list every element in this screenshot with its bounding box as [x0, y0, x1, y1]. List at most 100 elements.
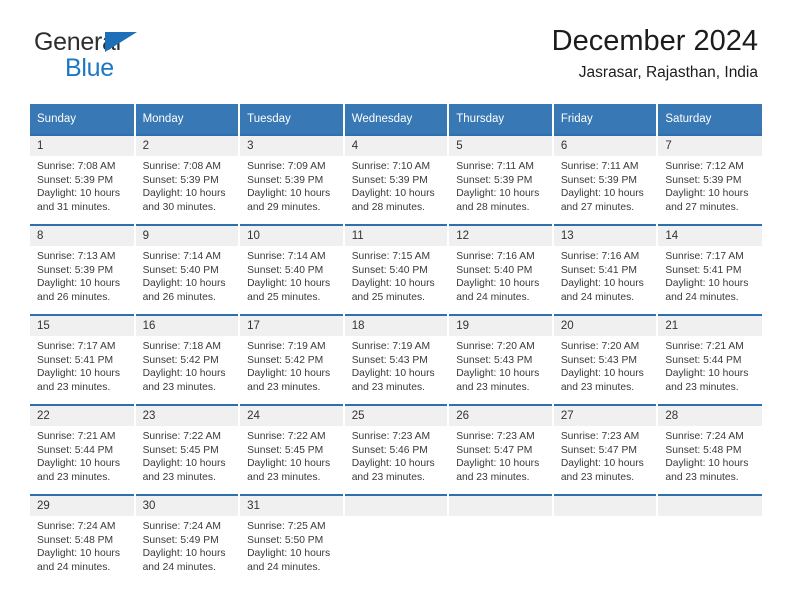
calendar-table: Sunday Monday Tuesday Wednesday Thursday… — [30, 104, 762, 584]
sunrise-time: Sunrise: 7:23 AM — [456, 431, 535, 442]
daylight-duration-line2: and 23 minutes. — [560, 471, 635, 483]
weekday-header-saturday: Saturday — [657, 104, 762, 135]
sunrise-time: Sunrise: 7:19 AM — [247, 341, 326, 352]
calendar-day-cell[interactable]: 9 Sunrise: 7:14 AM Sunset: 5:40 PM Daylight… — [134, 224, 241, 315]
day-number: 28 — [658, 406, 762, 426]
sunrise-time: Sunrise: 7:17 AM — [37, 341, 116, 352]
day-number: 14 — [658, 226, 762, 246]
calendar-week-row: 29 Sunrise: 7:24 AM Sunset: 5:48 PM Dayligh… — [30, 494, 762, 584]
calendar-day-cell[interactable]: 21 Sunrise: 7:21 AM Sunset: 5:44 PM Dayligh… — [657, 314, 762, 405]
daylight-duration-line1: Daylight: 10 hours — [247, 188, 331, 200]
calendar-day-cell[interactable]: 6 Sunrise: 7:11 AM Sunset: 5:39 PM Daylight… — [552, 134, 659, 225]
daylight-duration-line2: and 24 minutes. — [456, 291, 530, 303]
daylight-duration-line1: Daylight: 10 hours — [142, 548, 226, 560]
sunset-time: Sunset: 5:41 PM — [37, 354, 114, 366]
logo-triangle-icon — [105, 32, 137, 52]
daylight-duration-line2: and 24 minutes. — [37, 561, 111, 573]
sunrise-time: Sunrise: 7:21 AM — [665, 341, 744, 352]
sunrise-time: Sunrise: 7:08 AM — [37, 161, 116, 172]
calendar-day-cell[interactable]: 1 Sunrise: 7:08 AM Sunset: 5:39 PM Daylight… — [30, 134, 136, 225]
sunset-time: Sunset: 5:39 PM — [665, 174, 742, 186]
day-details: Sunrise: 7:19 AM Sunset: 5:42 PM Daylight:… — [240, 336, 343, 404]
day-number — [449, 496, 552, 516]
calendar-day-cell[interactable]: 26 Sunrise: 7:23 AM Sunset: 5:47 PM Dayligh… — [448, 404, 554, 495]
day-details: Sunrise: 7:11 AM Sunset: 5:39 PM Daylight:… — [553, 156, 657, 224]
daylight-duration-line2: and 23 minutes. — [142, 381, 216, 393]
daylight-duration-line2: and 25 minutes. — [247, 291, 321, 303]
daylight-duration-line2: and 24 minutes. — [247, 561, 321, 573]
day-number: 4 — [344, 136, 448, 156]
calendar-day-cell[interactable]: 27 Sunrise: 7:23 AM Sunset: 5:47 PM Dayligh… — [552, 404, 659, 495]
sunset-time: Sunset: 5:39 PM — [142, 174, 219, 186]
calendar-day-cell[interactable]: 13 Sunrise: 7:16 AM Sunset: 5:41 PM Dayligh… — [552, 224, 659, 315]
day-details: Sunrise: 7:20 AM Sunset: 5:43 PM Daylight:… — [553, 336, 657, 404]
daylight-duration-line1: Daylight: 10 hours — [456, 368, 540, 380]
calendar-day-cell[interactable]: 18 Sunrise: 7:19 AM Sunset: 5:43 PM Dayligh… — [343, 314, 450, 405]
sunset-time: Sunset: 5:48 PM — [37, 534, 114, 546]
calendar-day-cell[interactable]: 23 Sunrise: 7:22 AM Sunset: 5:45 PM Dayligh… — [134, 404, 241, 495]
sunrise-time: Sunrise: 7:20 AM — [560, 341, 640, 352]
day-details: Sunrise: 7:25 AM Sunset: 5:50 PM Daylight:… — [240, 516, 343, 584]
sunrise-time: Sunrise: 7:16 AM — [456, 251, 535, 262]
calendar-day-cell[interactable]: 24 Sunrise: 7:22 AM Sunset: 5:45 PM Dayligh… — [239, 404, 345, 495]
day-details — [553, 516, 657, 584]
daylight-duration-line2: and 24 minutes. — [142, 561, 216, 573]
calendar-day-cell[interactable]: 17 Sunrise: 7:19 AM Sunset: 5:42 PM Dayligh… — [239, 314, 345, 405]
sunrise-time: Sunrise: 7:10 AM — [351, 161, 431, 172]
calendar-week-row: 8 Sunrise: 7:13 AM Sunset: 5:39 PM Daylight… — [30, 224, 762, 315]
day-details — [344, 516, 448, 584]
calendar-cell-empty — [552, 494, 659, 584]
weekday-header-monday: Monday — [134, 104, 241, 135]
calendar-day-cell[interactable]: 16 Sunrise: 7:18 AM Sunset: 5:42 PM Dayligh… — [134, 314, 241, 405]
sunset-time: Sunset: 5:39 PM — [351, 174, 428, 186]
calendar-day-cell[interactable]: 4 Sunrise: 7:10 AM Sunset: 5:39 PM Daylight… — [343, 134, 450, 225]
daylight-duration-line2: and 24 minutes. — [665, 291, 739, 303]
calendar-day-cell[interactable]: 22 Sunrise: 7:21 AM Sunset: 5:44 PM Dayligh… — [30, 404, 136, 495]
sunset-time: Sunset: 5:42 PM — [142, 354, 219, 366]
calendar-day-cell[interactable]: 12 Sunrise: 7:16 AM Sunset: 5:40 PM Dayligh… — [448, 224, 554, 315]
day-number: 11 — [344, 226, 448, 246]
daylight-duration-line1: Daylight: 10 hours — [142, 188, 226, 200]
calendar-day-cell[interactable]: 25 Sunrise: 7:23 AM Sunset: 5:46 PM Dayligh… — [343, 404, 450, 495]
calendar-day-cell[interactable]: 31 Sunrise: 7:25 AM Sunset: 5:50 PM Dayligh… — [239, 494, 345, 584]
calendar-head: Sunday Monday Tuesday Wednesday Thursday… — [30, 104, 762, 135]
sunrise-time: Sunrise: 7:23 AM — [560, 431, 640, 442]
daylight-duration-line2: and 25 minutes. — [351, 291, 425, 303]
day-number: 16 — [135, 316, 239, 336]
daylight-duration-line2: and 23 minutes. — [665, 381, 739, 393]
calendar-day-cell[interactable]: 5 Sunrise: 7:11 AM Sunset: 5:39 PM Daylight… — [448, 134, 554, 225]
calendar-day-cell[interactable]: 20 Sunrise: 7:20 AM Sunset: 5:43 PM Dayligh… — [552, 314, 659, 405]
calendar-day-cell[interactable]: 29 Sunrise: 7:24 AM Sunset: 5:48 PM Dayligh… — [30, 494, 136, 584]
sunset-time: Sunset: 5:39 PM — [456, 174, 533, 186]
day-number: 25 — [344, 406, 448, 426]
day-details: Sunrise: 7:22 AM Sunset: 5:45 PM Daylight:… — [240, 426, 343, 494]
calendar-day-cell[interactable]: 10 Sunrise: 7:14 AM Sunset: 5:40 PM Dayligh… — [239, 224, 345, 315]
daylight-duration-line1: Daylight: 10 hours — [247, 548, 331, 560]
calendar-day-cell[interactable]: 2 Sunrise: 7:08 AM Sunset: 5:39 PM Daylight… — [134, 134, 241, 225]
weekday-header-sunday: Sunday — [30, 104, 136, 135]
calendar-cell-empty — [657, 494, 762, 584]
calendar-day-cell[interactable]: 8 Sunrise: 7:13 AM Sunset: 5:39 PM Daylight… — [30, 224, 136, 315]
daylight-duration-line1: Daylight: 10 hours — [665, 368, 749, 380]
day-number: 31 — [240, 496, 343, 516]
calendar-cell-empty — [343, 494, 450, 584]
daylight-duration-line2: and 23 minutes. — [456, 381, 530, 393]
sunset-time: Sunset: 5:43 PM — [456, 354, 533, 366]
day-number: 30 — [135, 496, 239, 516]
daylight-duration-line1: Daylight: 10 hours — [247, 458, 331, 470]
sunset-time: Sunset: 5:43 PM — [560, 354, 637, 366]
calendar-day-cell[interactable]: 7 Sunrise: 7:12 AM Sunset: 5:39 PM Daylight… — [657, 134, 762, 225]
calendar-day-cell[interactable]: 14 Sunrise: 7:17 AM Sunset: 5:41 PM Dayligh… — [657, 224, 762, 315]
daylight-duration-line2: and 26 minutes. — [37, 291, 111, 303]
daylight-duration-line1: Daylight: 10 hours — [351, 278, 435, 290]
calendar-day-cell[interactable]: 11 Sunrise: 7:15 AM Sunset: 5:40 PM Dayligh… — [343, 224, 450, 315]
sunset-time: Sunset: 5:41 PM — [560, 264, 637, 276]
calendar-day-cell[interactable]: 28 Sunrise: 7:24 AM Sunset: 5:48 PM Dayligh… — [657, 404, 762, 495]
sunrise-time: Sunrise: 7:20 AM — [456, 341, 535, 352]
sunrise-time: Sunrise: 7:16 AM — [560, 251, 640, 262]
calendar-day-cell[interactable]: 3 Sunrise: 7:09 AM Sunset: 5:39 PM Daylight… — [239, 134, 345, 225]
sunset-time: Sunset: 5:44 PM — [665, 354, 742, 366]
calendar-day-cell[interactable]: 30 Sunrise: 7:24 AM Sunset: 5:49 PM Dayligh… — [134, 494, 241, 584]
calendar-day-cell[interactable]: 19 Sunrise: 7:20 AM Sunset: 5:43 PM Dayligh… — [448, 314, 554, 405]
calendar-day-cell[interactable]: 15 Sunrise: 7:17 AM Sunset: 5:41 PM Dayligh… — [30, 314, 136, 405]
